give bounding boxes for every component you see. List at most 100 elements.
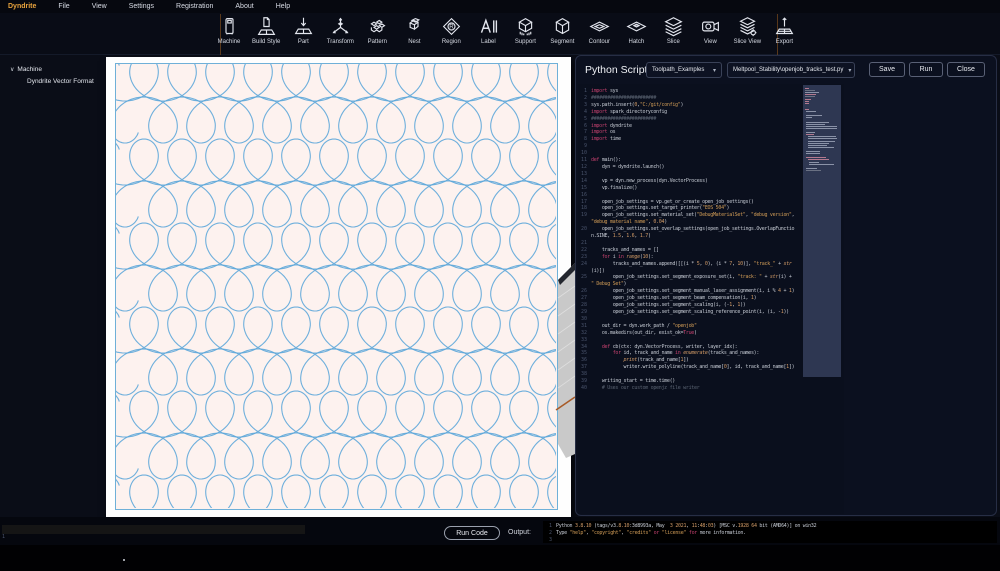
label-icon	[478, 16, 499, 37]
contour-icon	[589, 16, 610, 37]
bottom-strip	[0, 545, 1000, 571]
python-scripts-panel: Python Scripts Toolpath_Examples ▾ Meltp…	[575, 55, 997, 516]
editor-minimap[interactable]	[803, 85, 841, 377]
chevron-down-icon: ▾	[713, 67, 716, 74]
toolbar-item-slice-view[interactable]: Slice View	[732, 14, 762, 54]
menu-item-settings[interactable]: Settings	[129, 3, 154, 10]
toolbar-item-nest[interactable]: Nest	[399, 14, 429, 54]
code-line: 15 vp.finalize()	[578, 185, 800, 192]
transform-icon	[330, 16, 351, 37]
code-line: 3sys.path.insert(0,"C:/git/config")	[578, 102, 800, 109]
code-line: 4import spark_directoryconfig	[578, 109, 800, 116]
menu-item-help[interactable]: Help	[276, 3, 290, 10]
toolbar-item-label: Nest	[408, 39, 420, 45]
toolbar-item-label: Region	[442, 39, 461, 45]
run-code-button[interactable]: Run Code	[444, 526, 500, 540]
menu-item-view[interactable]: View	[92, 3, 107, 10]
toolbar-item-label: Pattern	[368, 39, 387, 45]
toolbar-item-label: Hatch	[629, 39, 645, 45]
code-line: 36 print(track_and_name[1])	[578, 357, 800, 364]
script-file-value: Meltpool_Stability\openjob_tracks_test.p…	[733, 67, 843, 73]
code-line: 9	[578, 143, 800, 150]
code-line: 38	[578, 371, 800, 378]
status-dot	[123, 559, 125, 561]
code-line: 2########################	[578, 95, 800, 102]
output-console[interactable]: 1Python 3.8.10 (tags/v3.8.10:3d8993a, Ma…	[543, 521, 997, 543]
script-folder-value: Toolpath_Examples	[652, 67, 704, 73]
console-line: 3	[543, 537, 997, 544]
code-line: 23 for i in range(10):	[578, 254, 800, 261]
script-file-dropdown[interactable]: Meltpool_Stability\openjob_tracks_test.p…	[727, 62, 855, 78]
output-label: Output:	[508, 529, 531, 536]
support-icon	[515, 16, 536, 37]
toolbar-item-label: Support	[515, 39, 536, 45]
menu-item-dyndrite[interactable]: Dyndrite	[8, 3, 36, 10]
code-line: 11def main():	[578, 157, 800, 164]
command-line-number: 1	[2, 534, 9, 540]
code-line: 29 open_job_settings.set_segment_scaling…	[578, 309, 800, 316]
nest-icon	[404, 16, 425, 37]
code-line: 13	[578, 171, 800, 178]
chevron-down-icon: ▾	[848, 67, 851, 74]
toolbar-item-hatch[interactable]: Hatch	[621, 14, 651, 54]
code-line: 28 open_job_settings.set_segment_scaling…	[578, 302, 800, 309]
code-line: 6import dyndrite	[578, 123, 800, 130]
code-line: 40 # Uses our custom openjz file writer	[578, 385, 800, 392]
code-line: 27 open_job_settings.set_segment_beam_co…	[578, 295, 800, 302]
machine-tree: ∨Machine Dyndrite Vector Format	[10, 64, 94, 87]
menu-item-registration[interactable]: Registration	[176, 3, 213, 10]
code-line: 37 writer.write_polyline(track_and_name[…	[578, 364, 800, 371]
toolbar-item-transform[interactable]: Transform	[325, 14, 355, 54]
part-icon	[293, 16, 314, 37]
toolbar-item-part[interactable]: Part	[288, 14, 318, 54]
toolbar-item-pattern[interactable]: Pattern	[362, 14, 392, 54]
view-icon	[700, 16, 721, 37]
code-line: 8import time	[578, 136, 800, 143]
toolbar-item-label: Transform	[327, 39, 354, 45]
toolbar-item-view[interactable]: View	[695, 14, 725, 54]
code-line: 30	[578, 316, 800, 323]
save-button[interactable]: Save	[869, 62, 905, 77]
toolbar-item-segment[interactable]: Segment	[547, 14, 577, 54]
toolbar-item-label: Part	[298, 39, 309, 45]
slice-icon	[663, 16, 684, 37]
code-line: 24 tracks_and_names.append([[(i * 5, 0),…	[578, 261, 800, 275]
viewport-page[interactable]	[106, 57, 571, 517]
bottom-bar: 1 Run Code Output: 1Python 3.8.10 (tags/…	[0, 517, 1000, 545]
toolbar-item-support[interactable]: Support	[510, 14, 540, 54]
code-line: 7import os	[578, 129, 800, 136]
run-button[interactable]: Run	[909, 62, 943, 77]
pattern-icon	[367, 16, 388, 37]
toolbar-item-label: Segment	[550, 39, 574, 45]
toolbar-item-export[interactable]: Export	[769, 14, 799, 54]
script-folder-dropdown[interactable]: Toolpath_Examples ▾	[646, 62, 722, 78]
toolbar-item-region[interactable]: Region	[436, 14, 466, 54]
code-line: 21	[578, 240, 800, 247]
menu-item-file[interactable]: File	[58, 3, 69, 10]
toolbar-item-slice[interactable]: Slice	[658, 14, 688, 54]
toolbar-item-contour[interactable]: Contour	[584, 14, 614, 54]
tree-item-dyndrite-vector-format[interactable]: Dyndrite Vector Format	[10, 76, 94, 87]
code-line: 25 open_job_settings.set_segment_exposur…	[578, 274, 800, 288]
command-input[interactable]: 1	[2, 525, 305, 534]
dyndrite-window: Dyndrite File View Settings Registration Abou…	[0, 0, 1000, 571]
code-line: 19 open_job_settings.set_material_set("D…	[578, 212, 800, 226]
build-plate[interactable]	[115, 63, 558, 510]
tree-item-machine[interactable]: ∨Machine	[10, 64, 94, 76]
tree-item-label: Dyndrite Vector Format	[27, 78, 94, 85]
code-line: 32 os.makedirs(out_dir, exist_ok=True)	[578, 330, 800, 337]
close-button[interactable]: Close	[947, 62, 985, 77]
toolbar-item-label: Label	[481, 39, 496, 45]
menu-item-about[interactable]: About	[235, 3, 253, 10]
machine-icon	[219, 16, 240, 37]
console-line: 1Python 3.8.10 (tags/v3.8.10:3d8993a, Ma…	[543, 523, 997, 530]
toolbar-item-label[interactable]: Label	[473, 14, 503, 54]
code-editor[interactable]: 1import sys2########################3sys…	[578, 84, 844, 514]
toolbar-item-machine[interactable]: Machine	[214, 14, 244, 54]
code-line: 39 writing_start = time.time()	[578, 378, 800, 385]
toolbar-item-build-style[interactable]: Build Style	[251, 14, 281, 54]
toolbar-item-label: Contour	[589, 39, 610, 45]
chevron-down-icon[interactable]: ∨	[10, 67, 14, 73]
code-line: 31 out_dir = dyn.work_path / "openjob"	[578, 323, 800, 330]
slice-view-icon	[737, 16, 758, 37]
